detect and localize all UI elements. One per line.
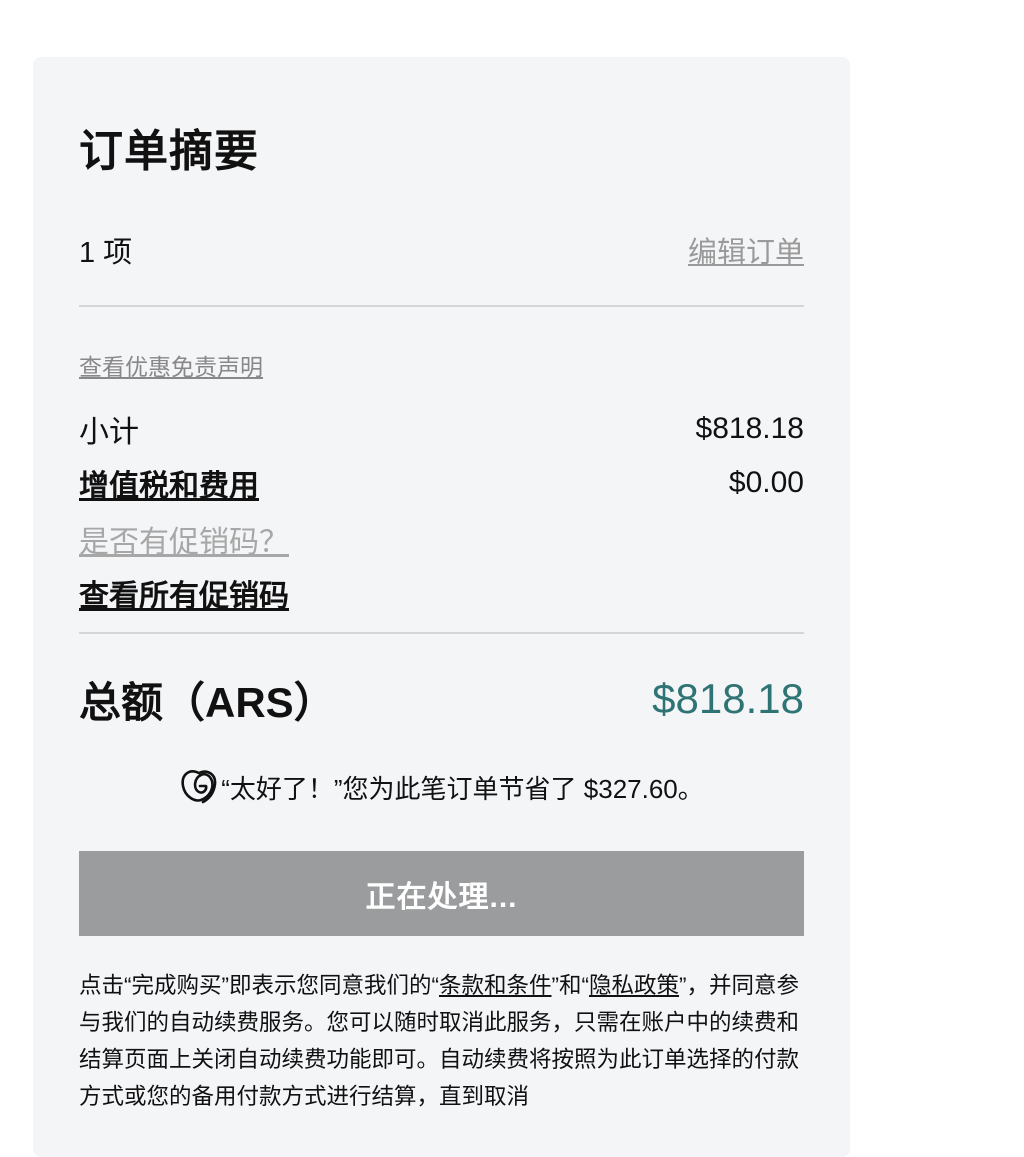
promo-code-toggle[interactable]: 是否有促销码？: [79, 517, 804, 561]
offer-disclaimer-link[interactable]: 查看优惠免责声明: [79, 348, 804, 382]
items-row: 1 项 编辑订单: [79, 229, 804, 271]
subtotal-value: $818.18: [695, 412, 804, 445]
divider: [79, 305, 804, 307]
privacy-link[interactable]: 隐私政策: [589, 973, 679, 998]
view-all-promos-label: 查看所有促销码: [79, 580, 289, 613]
item-count: 1 项: [79, 237, 133, 269]
tax-and-fees-link[interactable]: 增值税和费用: [79, 461, 259, 505]
view-all-promos-link[interactable]: 查看所有促销码: [79, 571, 804, 615]
total-row: 总额（ARS） $818.18: [79, 669, 804, 729]
processing-button-label: 正在处理...: [365, 880, 518, 914]
savings-message: “太好了！”您为此笔订单节省了 $327.60。: [79, 765, 804, 809]
legal-text-part2: ”和“: [551, 973, 590, 998]
godaddy-logo-icon: [181, 770, 217, 804]
promo-code-label: 是否有促销码？: [79, 526, 289, 559]
terms-link[interactable]: 条款和条件: [439, 973, 552, 998]
legal-text: 点击“完成购买”即表示您同意我们的“条款和条件”和“隐私政策”，并同意参与我们的…: [79, 967, 804, 1115]
order-summary-panel: 订单摘要 1 项 编辑订单 查看优惠免责声明 小计 $818.18 增值税和费用…: [33, 57, 850, 1157]
divider: [79, 632, 804, 634]
total-label: 总额（ARS）: [79, 678, 336, 726]
offer-disclaimer-label: 查看优惠免责声明: [79, 354, 263, 380]
subtotal-label: 小计: [79, 416, 139, 449]
tax-row: 增值税和费用 $0.00: [79, 463, 804, 503]
savings-text: “太好了！”您为此笔订单节省了 $327.60。: [221, 773, 704, 804]
total-value: $818.18: [652, 675, 804, 722]
tax-value: $0.00: [728, 466, 804, 499]
order-summary-title: 订单摘要: [79, 127, 259, 176]
legal-text-part1: 点击“完成购买”即表示您同意我们的“: [79, 973, 439, 998]
edit-order-link[interactable]: 编辑订单: [688, 229, 804, 271]
subtotal-row: 小计 $818.18: [79, 409, 804, 449]
processing-button[interactable]: 正在处理...: [79, 851, 804, 936]
